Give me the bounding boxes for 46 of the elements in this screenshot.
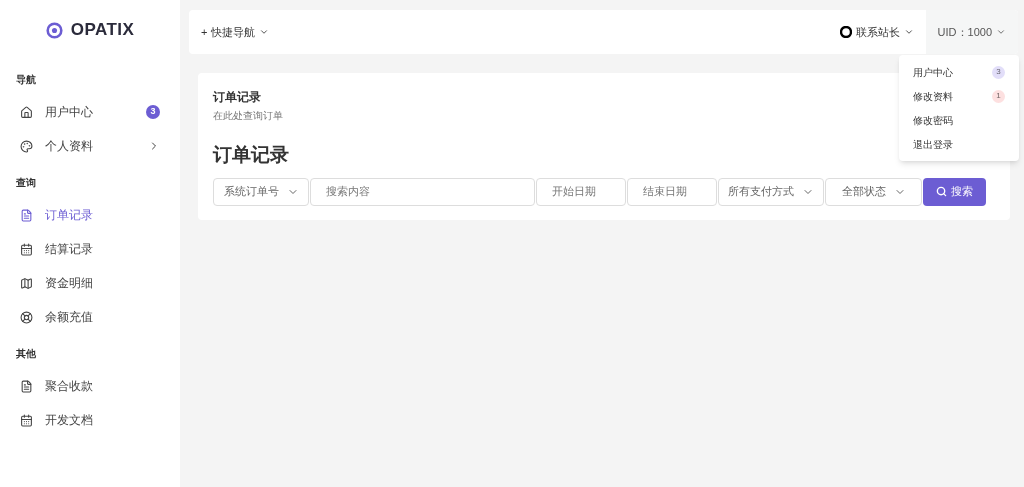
menu-item[interactable]: 退出登录 (899, 132, 1019, 156)
sidebar-item[interactable]: 余额充值 (0, 300, 180, 334)
sidebar-item[interactable]: 个人资料 (0, 129, 180, 163)
section-title: 查询 (15, 176, 37, 190)
sidebar-item[interactable]: 聚合收款 (0, 369, 180, 403)
sidebar-item[interactable]: 开发文档 (0, 403, 180, 437)
sidebar-item[interactable]: 资金明细 (0, 266, 180, 300)
document-icon (20, 208, 33, 222)
filter-select[interactable]: 全部状态 (825, 177, 922, 206)
contact-button[interactable]: 联系站长 (827, 10, 926, 54)
sidebar-item[interactable]: 用户中心 3 (0, 95, 180, 129)
page-heading: 订单记录 (213, 143, 289, 167)
map-icon (20, 276, 33, 290)
palette-icon (20, 139, 33, 153)
menu-item[interactable]: 修改密码 (899, 108, 1019, 132)
avatar-icon (839, 26, 852, 38)
document-icon (20, 379, 33, 393)
menu-item[interactable]: 用户中心 3 (899, 60, 1019, 84)
house-icon (20, 105, 33, 119)
section-title: 其他 (15, 347, 37, 361)
calendar-icon (20, 413, 33, 427)
section-title: 导航 (15, 73, 37, 87)
chevron-down-icon (903, 27, 914, 37)
filter-input[interactable]: 搜索内容 (310, 177, 535, 206)
filter-select[interactable]: 系统订单号 (213, 177, 309, 206)
chevron-down-icon (259, 27, 270, 37)
sidebar-item[interactable]: 结算记录 (0, 232, 180, 266)
lifebuoy-icon (20, 310, 33, 324)
search-button[interactable]: 搜索 (923, 177, 986, 206)
card-title: 订单记录 (213, 89, 261, 106)
search-icon (936, 186, 947, 197)
sidebar-item[interactable]: 订单记录 (0, 198, 180, 232)
filter-input[interactable]: 开始日期 (536, 177, 626, 206)
menu-item[interactable]: 修改资料 1 (899, 84, 1019, 108)
calendar-icon (20, 242, 33, 256)
filter-input[interactable]: 结束日期 (627, 177, 717, 206)
count-badge: 3 (992, 65, 1005, 79)
logo-icon (45, 21, 63, 39)
card-subtitle: 在此处查询订单 (213, 109, 283, 123)
filter-select[interactable]: 所有支付方式 (718, 177, 824, 206)
chevron-down-icon (996, 27, 1006, 37)
count-badge: 1 (992, 89, 1005, 103)
uid-button[interactable]: UID：1000 (925, 10, 1018, 54)
count-badge: 3 (146, 105, 160, 119)
quick-nav-button[interactable]: + 快捷导航 (189, 23, 282, 41)
logo-text: OPATIX (70, 19, 135, 42)
